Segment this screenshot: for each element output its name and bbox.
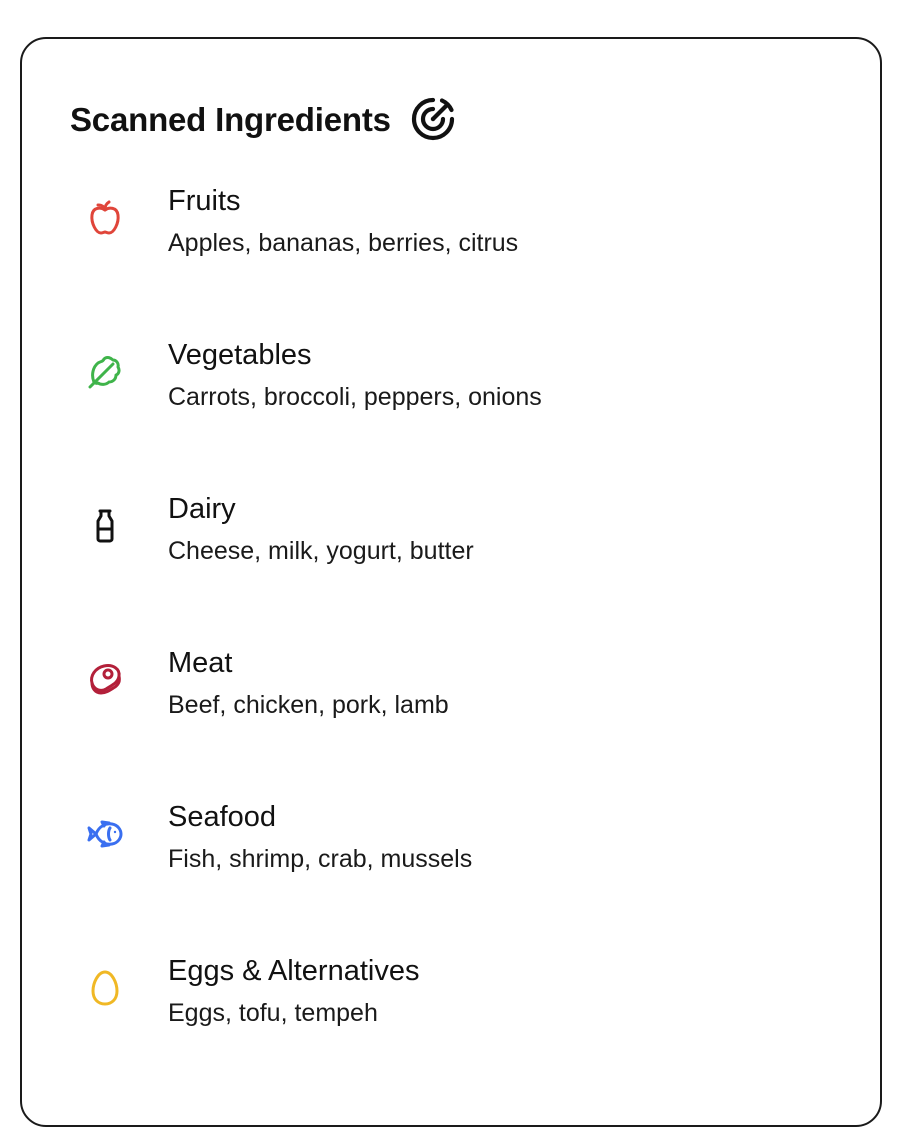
category-items: Beef, chicken, pork, lamb	[168, 691, 449, 719]
leaf-icon	[84, 351, 126, 393]
list-item-eggs: Eggs & Alternatives Eggs, tofu, tempeh	[70, 953, 850, 1107]
list-item-vegetables: Vegetables Carrots, broccoli, peppers, o…	[70, 337, 850, 491]
list-item-meat: Meat Beef, chicken, pork, lamb	[70, 645, 850, 799]
ingredients-card: Scanned Ingredients Fruits Apples, banan…	[20, 37, 882, 1127]
list-item-dairy: Dairy Cheese, milk, yogurt, butter	[70, 491, 850, 645]
list-item-seafood: Seafood Fish, shrimp, crab, mussels	[70, 799, 850, 953]
steak-icon	[84, 659, 126, 701]
card-title: Scanned Ingredients	[70, 100, 391, 138]
category-items: Fish, shrimp, crab, mussels	[168, 845, 473, 873]
category-name: Vegetables	[168, 339, 312, 371]
card-header: Scanned Ingredients	[70, 91, 457, 147]
milk-bottle-icon	[84, 505, 126, 547]
fish-icon	[84, 813, 126, 855]
category-name: Eggs & Alternatives	[168, 955, 420, 987]
category-name: Seafood	[168, 801, 277, 833]
category-items: Cheese, milk, yogurt, butter	[168, 537, 474, 565]
category-name: Meat	[168, 647, 233, 679]
radar-icon	[409, 95, 457, 143]
category-name: Fruits	[168, 185, 241, 217]
category-items: Eggs, tofu, tempeh	[168, 999, 378, 1027]
ingredient-list: Fruits Apples, bananas, berries, citrus …	[70, 183, 850, 1107]
category-items: Apples, bananas, berries, citrus	[168, 229, 519, 257]
category-items: Carrots, broccoli, peppers, onions	[168, 383, 542, 411]
category-name: Dairy	[168, 493, 236, 525]
list-item-fruits: Fruits Apples, bananas, berries, citrus	[70, 183, 850, 337]
apple-icon	[84, 197, 126, 239]
egg-icon	[84, 967, 126, 1009]
